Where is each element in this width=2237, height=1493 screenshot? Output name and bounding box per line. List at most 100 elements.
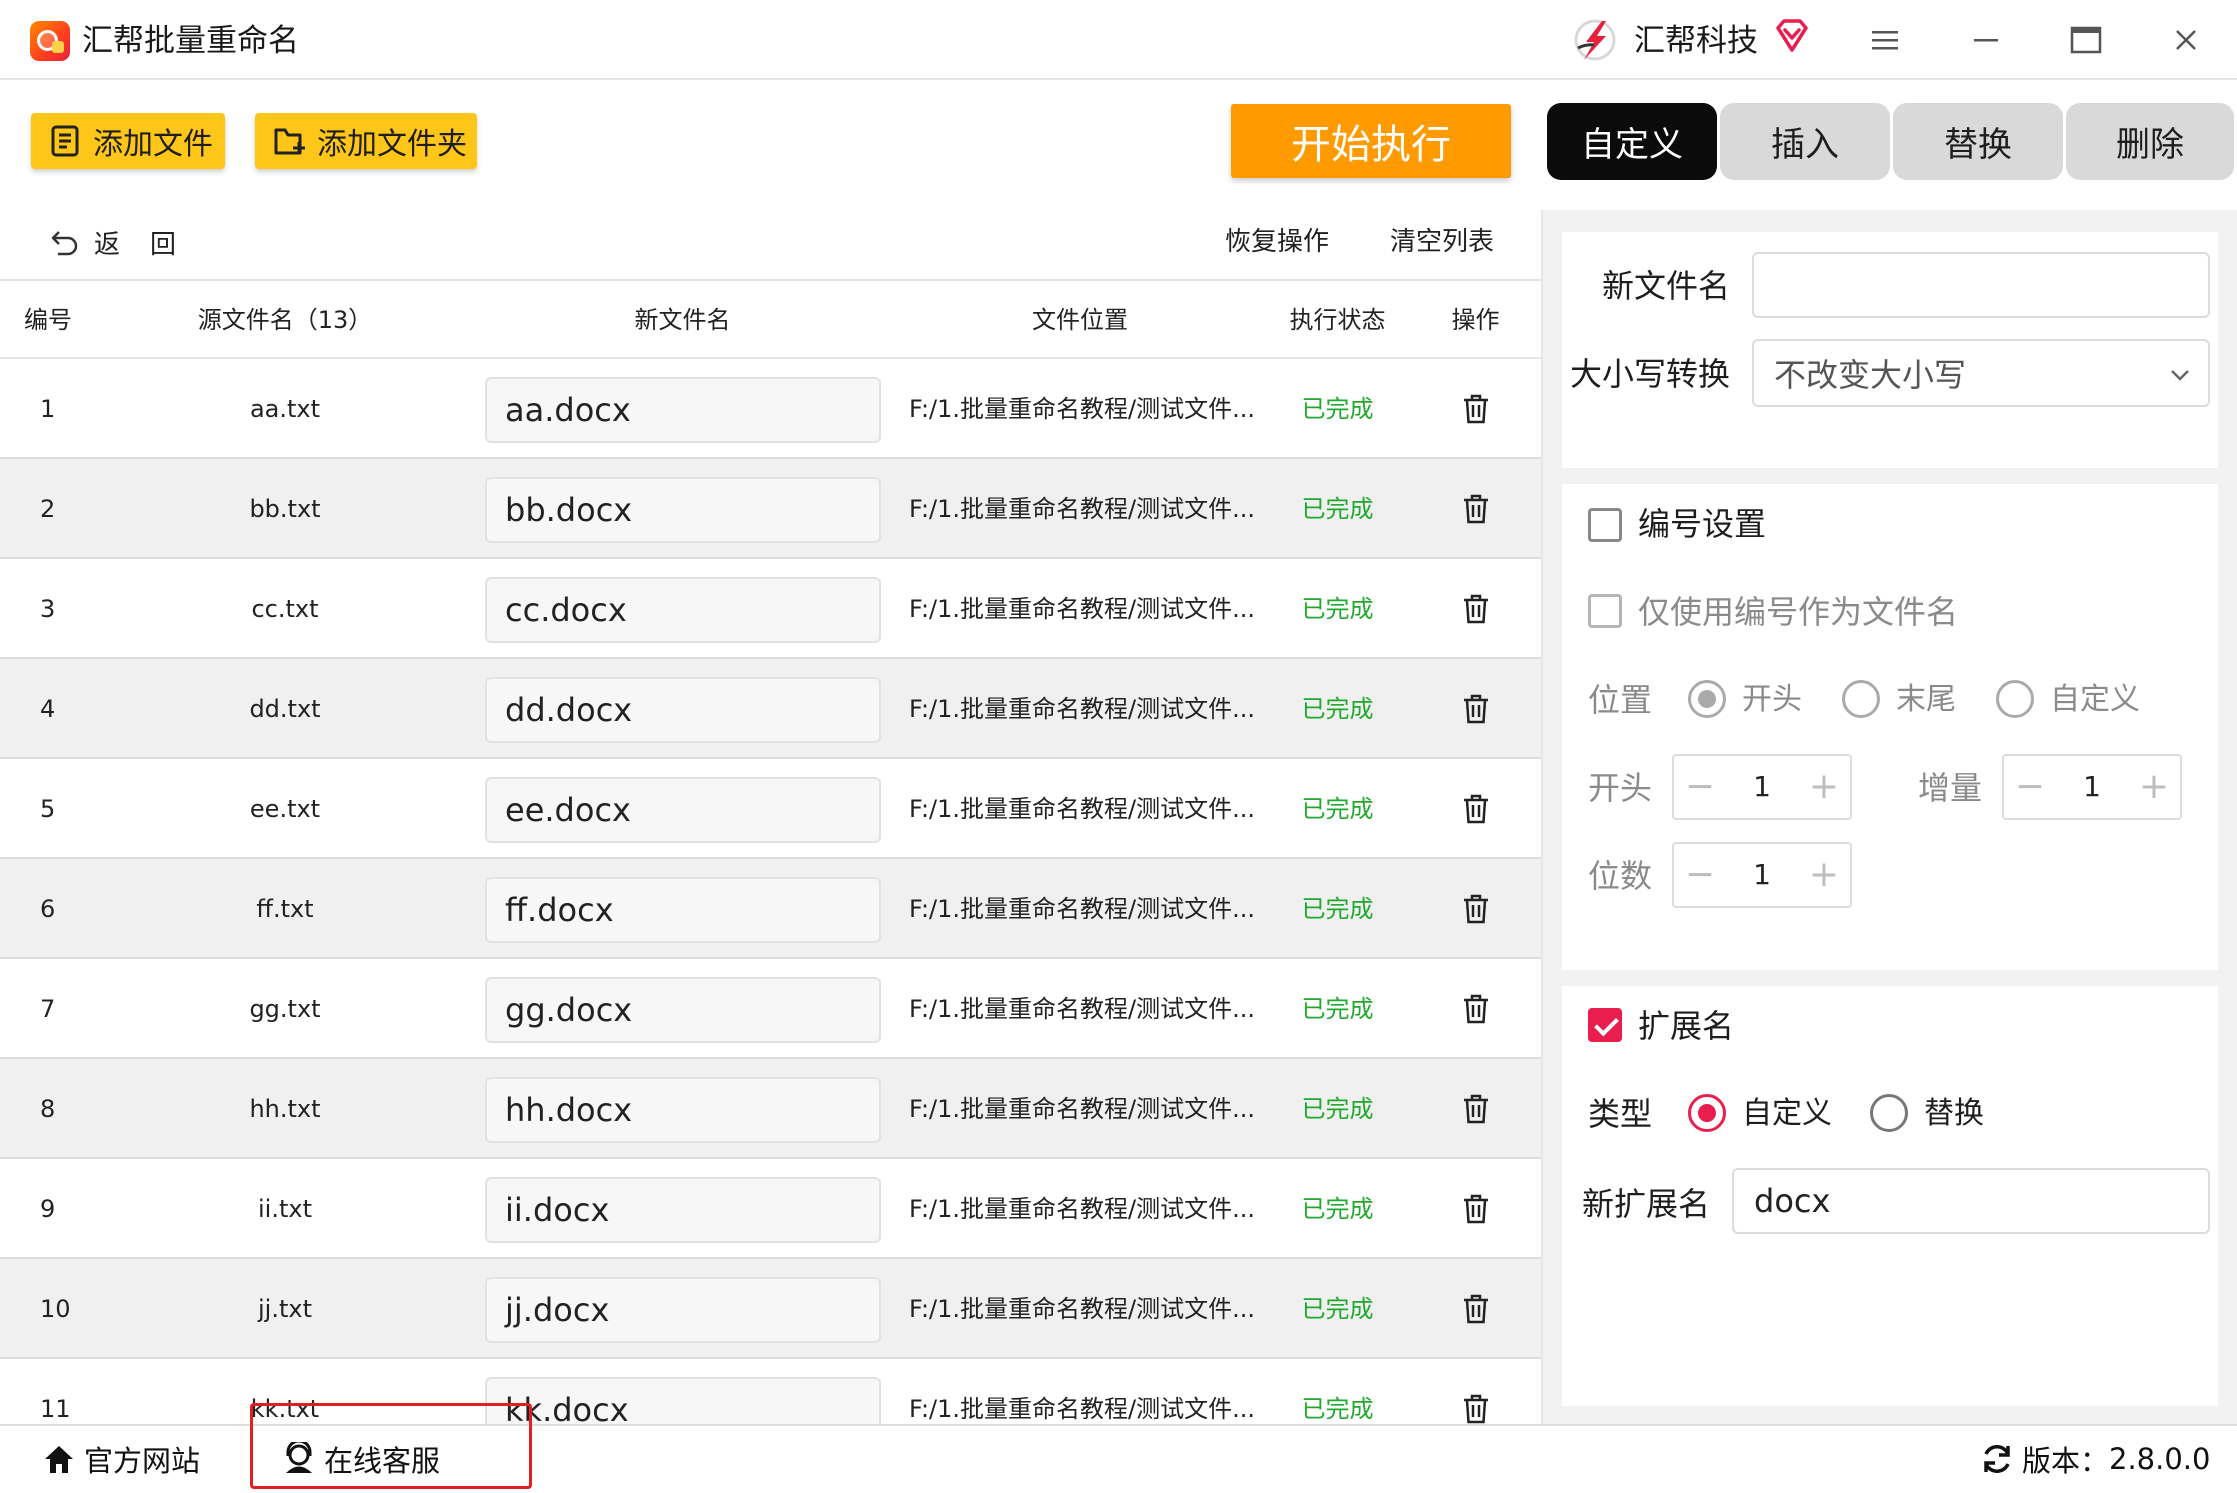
trash-icon[interactable] (1461, 793, 1491, 825)
tab-insert[interactable]: 插入 (1720, 103, 1890, 180)
row-source-name: ii.txt (258, 1195, 312, 1223)
table-row[interactable]: 5 ee.txt ee.docx F:/1.批量重命名教程/测试文件... 已完成 (0, 759, 1541, 859)
row-location: F:/1.批量重命名教程/测试文件... (909, 395, 1255, 423)
add-file-label: 添加文件 (93, 127, 213, 162)
new-name-input[interactable] (1752, 252, 2210, 318)
row-new-name-input[interactable]: jj.docx (485, 1277, 881, 1343)
extension-checkbox[interactable] (1588, 1008, 1622, 1042)
trash-icon[interactable] (1461, 1393, 1491, 1424)
row-source-name: bb.txt (249, 495, 321, 523)
table-row[interactable]: 1 aa.txt aa.docx F:/1.批量重命名教程/测试文件... 已完成 (0, 359, 1541, 459)
type-radio-custom[interactable] (1688, 1094, 1726, 1132)
row-new-name-input[interactable]: gg.docx (485, 977, 881, 1043)
digits-plus-button[interactable]: + (1802, 852, 1846, 898)
trash-icon[interactable] (1461, 1193, 1491, 1225)
tab-custom[interactable]: 自定义 (1547, 103, 1717, 180)
online-service-label: 在线客服 (324, 1444, 441, 1478)
start-plus-button[interactable]: + (1802, 764, 1846, 810)
file-list-icon (51, 125, 79, 157)
row-status: 已完成 (1301, 795, 1374, 823)
vip-diamond-icon[interactable] (1774, 18, 1810, 54)
trash-icon[interactable] (1461, 593, 1491, 625)
row-new-name-input[interactable]: ff.docx (485, 877, 881, 943)
row-delete-button[interactable] (1410, 1259, 1541, 1359)
tab-delete[interactable]: 删除 (2066, 103, 2234, 180)
official-site-link[interactable]: 官方网站 (42, 1438, 200, 1480)
refresh-icon[interactable] (1980, 1442, 2014, 1476)
position-radio-custom[interactable] (1996, 680, 2034, 718)
start-stepper[interactable]: − 1 + (1672, 754, 1852, 820)
position-radio-end[interactable] (1842, 680, 1880, 718)
clear-list-button[interactable]: 清空列表 (1390, 222, 1494, 262)
increment-minus-button[interactable]: − (2008, 764, 2052, 810)
row-new-name-input[interactable]: kk.docx (485, 1377, 881, 1424)
restore-button[interactable]: 恢复操作 (1225, 222, 1329, 262)
table-row[interactable]: 10 jj.txt jj.docx F:/1.批量重命名教程/测试文件... 已完成 (0, 1259, 1541, 1359)
trash-icon[interactable] (1461, 393, 1491, 425)
maximize-icon[interactable] (2066, 20, 2106, 60)
trash-icon[interactable] (1461, 493, 1491, 525)
header-location: 文件位置 (1032, 306, 1128, 334)
add-folder-button[interactable]: 添加文件夹 (255, 113, 477, 169)
increment-stepper[interactable]: − 1 + (2002, 754, 2182, 820)
add-file-button[interactable]: 添加文件 (31, 113, 225, 169)
row-location: F:/1.批量重命名教程/测试文件... (909, 495, 1255, 523)
start-button[interactable]: 开始执行 (1231, 104, 1511, 178)
table-row[interactable]: 9 ii.txt ii.docx F:/1.批量重命名教程/测试文件... 已完成 (0, 1159, 1541, 1259)
row-delete-button[interactable] (1410, 1359, 1541, 1424)
table-row[interactable]: 7 gg.txt gg.docx F:/1.批量重命名教程/测试文件... 已完成 (0, 959, 1541, 1059)
type-radio-replace[interactable] (1870, 1094, 1908, 1132)
back-button[interactable]: 返回 (50, 222, 206, 262)
row-number: 4 (40, 695, 56, 723)
header-no: 编号 (24, 306, 72, 334)
header-status: 执行状态 (1289, 306, 1386, 334)
row-delete-button[interactable] (1410, 459, 1541, 559)
minimize-icon[interactable] (1966, 20, 2006, 60)
table-row[interactable]: 11 kk.txt kk.docx F:/1.批量重命名教程/测试文件... 已完成 (0, 1359, 1541, 1424)
row-new-name-input[interactable]: cc.docx (485, 577, 881, 643)
row-new-name-input[interactable]: dd.docx (485, 677, 881, 743)
table-row[interactable]: 3 cc.txt cc.docx F:/1.批量重命名教程/测试文件... 已完成 (0, 559, 1541, 659)
trash-icon[interactable] (1461, 693, 1491, 725)
tab-replace[interactable]: 替换 (1893, 103, 2063, 180)
position-radio-start[interactable] (1688, 680, 1726, 718)
row-delete-button[interactable] (1410, 1159, 1541, 1259)
customer-service-icon (286, 1442, 312, 1473)
row-delete-button[interactable] (1410, 959, 1541, 1059)
table-row[interactable]: 6 ff.txt ff.docx F:/1.批量重命名教程/测试文件... 已完成 (0, 859, 1541, 959)
row-number: 10 (40, 1295, 71, 1323)
trash-icon[interactable] (1461, 893, 1491, 925)
case-convert-select[interactable]: 不改变大小写 (1752, 339, 2210, 407)
trash-icon[interactable] (1461, 993, 1491, 1025)
row-number: 1 (40, 395, 56, 423)
table-row[interactable]: 4 dd.txt dd.docx F:/1.批量重命名教程/测试文件... 已完成 (0, 659, 1541, 759)
menu-icon[interactable] (1865, 20, 1905, 60)
row-new-name-input[interactable]: bb.docx (485, 477, 881, 543)
row-delete-button[interactable] (1410, 759, 1541, 859)
table-row[interactable]: 8 hh.txt hh.docx F:/1.批量重命名教程/测试文件... 已完成 (0, 1059, 1541, 1159)
row-new-name-input[interactable]: ee.docx (485, 777, 881, 843)
start-minus-button[interactable]: − (1678, 764, 1722, 810)
table-row[interactable]: 2 bb.txt bb.docx F:/1.批量重命名教程/测试文件... 已完成 (0, 459, 1541, 559)
row-delete-button[interactable] (1410, 659, 1541, 759)
row-delete-button[interactable] (1410, 359, 1541, 459)
only-number-checkbox[interactable] (1588, 594, 1622, 628)
row-new-name-input[interactable]: ii.docx (485, 1177, 881, 1243)
type-option-replace: 替换 (1924, 1096, 1984, 1131)
new-extension-input[interactable]: docx (1732, 1168, 2210, 1234)
digits-stepper[interactable]: − 1 + (1672, 842, 1852, 908)
row-status: 已完成 (1301, 995, 1374, 1023)
row-delete-button[interactable] (1410, 859, 1541, 959)
row-delete-button[interactable] (1410, 559, 1541, 659)
online-service-link[interactable]: 在线客服 (282, 1438, 440, 1480)
trash-icon[interactable] (1461, 1293, 1491, 1325)
trash-icon[interactable] (1461, 1093, 1491, 1125)
increment-plus-button[interactable]: + (2132, 764, 2176, 810)
numbering-checkbox[interactable] (1588, 508, 1622, 542)
row-new-name-input[interactable]: hh.docx (485, 1077, 881, 1143)
row-delete-button[interactable] (1410, 1059, 1541, 1159)
row-new-name-input[interactable]: aa.docx (485, 377, 881, 443)
close-icon[interactable] (2166, 20, 2206, 60)
row-status: 已完成 (1301, 1195, 1374, 1223)
digits-minus-button[interactable]: − (1678, 852, 1722, 898)
